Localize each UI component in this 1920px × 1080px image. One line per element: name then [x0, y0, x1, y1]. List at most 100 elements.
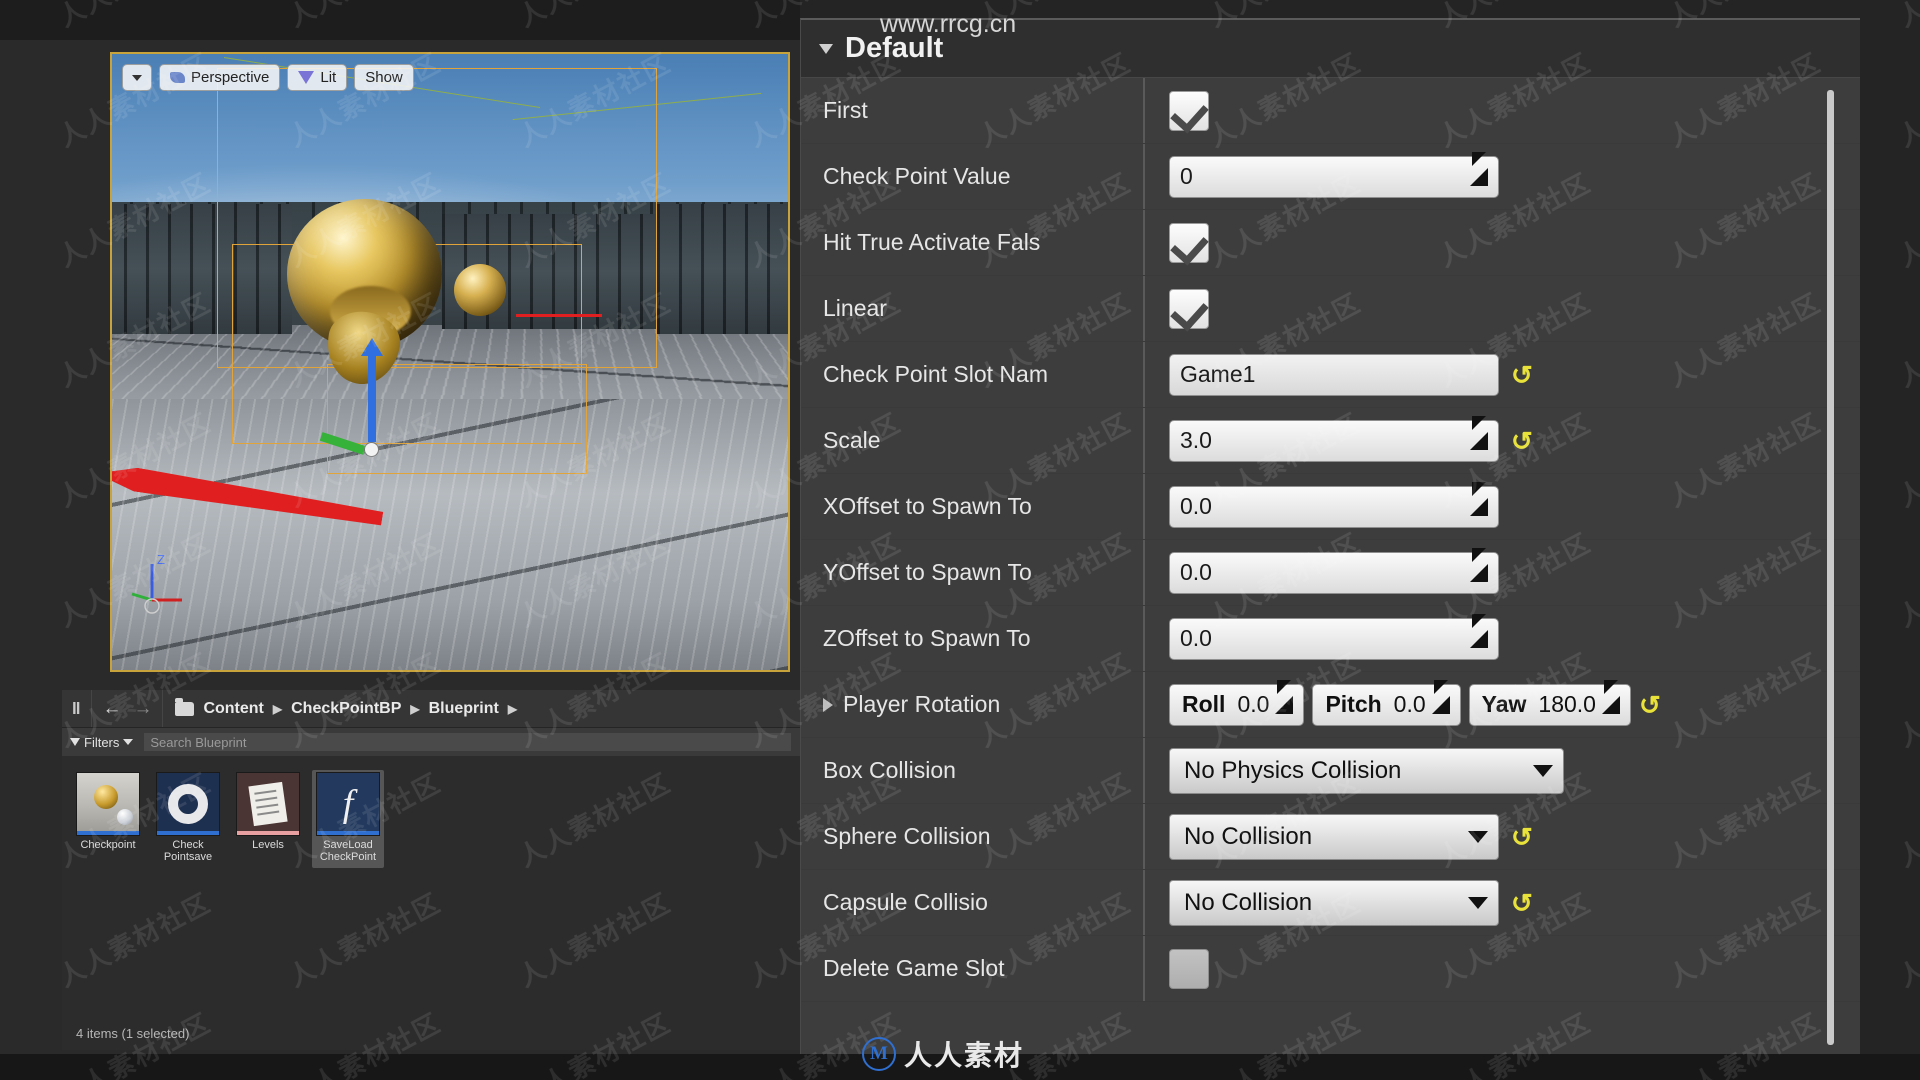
property-label: First [823, 97, 868, 123]
chevron-down-icon [1468, 896, 1488, 909]
top-dark-bar [0, 0, 800, 40]
asset-tile-check-pointsave[interactable]: Check Pointsave [152, 770, 224, 868]
player-rotation-pitch-input[interactable]: Pitch 0.0 [1312, 679, 1461, 726]
property-label: YOffset to Spawn To [823, 559, 1032, 585]
spinner-icon[interactable] [1431, 679, 1450, 714]
property-row-xoffset-to-spawn-to[interactable]: XOffset to Spawn To 0.0 [801, 474, 1860, 540]
capsule-collision-dropdown[interactable]: No Collision [1169, 879, 1499, 926]
show-flags-button[interactable]: Show [354, 64, 414, 91]
back-arrow-icon[interactable]: ← [102, 699, 121, 718]
property-label: Check Point Slot Nam [823, 361, 1048, 387]
spinner-icon[interactable] [1275, 679, 1294, 714]
sphere-collision-dropdown[interactable]: No Collision [1169, 813, 1499, 860]
watermark-url: www.rrcg.cn [880, 10, 1017, 38]
viewport-options-button[interactable] [122, 64, 152, 91]
spinner-icon[interactable] [1470, 415, 1488, 450]
spinner-icon[interactable] [1470, 151, 1488, 186]
spinner-icon[interactable] [1470, 547, 1488, 582]
property-row-zoffset-to-spawn-to[interactable]: ZOffset to Spawn To 0.0 [801, 606, 1860, 672]
delete-game-slot-checkbox[interactable] [1169, 948, 1209, 989]
content-browser[interactable]: ll ← → Content ▶ CheckPointBP ▶ Blueprin… [62, 690, 800, 1050]
content-browser-status: 4 items (1 selected) [62, 1016, 800, 1050]
property-row-capsule-collision[interactable]: Capsule Collisio No Collision ↺ [801, 870, 1860, 936]
content-browser-filter-bar[interactable]: Filters Search Blueprint [62, 728, 800, 756]
revert-icon[interactable]: ↺ [1639, 692, 1661, 718]
level-viewport[interactable]: Perspective Lit Show Z [110, 52, 790, 672]
watermark-tile: 人人素材社区 [1893, 887, 1920, 993]
property-row-scale[interactable]: Scale 3.0 ↺ [801, 408, 1860, 474]
property-row-first[interactable]: First [801, 78, 1860, 144]
yoffset-to-spawn-to-input[interactable]: 0.0 [1169, 547, 1499, 594]
player-rotation-yaw-input[interactable]: Yaw 180.0 [1468, 679, 1631, 726]
property-row-check-point-value[interactable]: Check Point Value 0 [801, 144, 1860, 210]
spinner-icon[interactable] [1470, 613, 1488, 648]
property-row-sphere-collision[interactable]: Sphere Collision No Collision ↺ [801, 804, 1860, 870]
chevron-down-icon [1533, 764, 1553, 777]
viewport-axis-gizmo: Z [131, 552, 182, 614]
filters-button[interactable]: Filters [70, 735, 134, 750]
asset-tile-levels[interactable]: Levels [232, 770, 304, 868]
view-mode-lit-button[interactable]: Lit [287, 64, 348, 91]
check-point-value-input[interactable]: 0 [1169, 151, 1499, 198]
details-panel[interactable]: Default First Check Point Value 0 Hit Tr… [800, 18, 1860, 1058]
revert-icon[interactable]: ↺ [1511, 428, 1533, 454]
property-row-box-collision[interactable]: Box Collision No Physics Collision [801, 738, 1860, 804]
property-row-player-rotation[interactable]: Player Rotation Roll 0.0 Pitch 0.0 Yaw 1… [801, 672, 1860, 738]
property-label: Hit True Activate Fals [823, 229, 1041, 255]
field-value: 0.0 [1180, 493, 1212, 519]
watermark-logo: M 人人素材 [862, 1034, 1024, 1074]
linear-checkbox[interactable] [1169, 288, 1209, 329]
revert-icon[interactable]: ↺ [1511, 890, 1533, 916]
watermark-tile: 人人素材社区 [1893, 647, 1920, 753]
chevron-right-icon[interactable] [823, 697, 833, 712]
spinner-icon[interactable] [1470, 481, 1488, 516]
lit-shading-icon [298, 71, 315, 84]
property-label-expandable[interactable]: Player Rotation [823, 691, 1143, 718]
watermark-tile: 人人素材社区 [1893, 767, 1920, 873]
breadcrumb-item-content[interactable]: Content [203, 700, 263, 718]
details-scrollbar[interactable] [1827, 90, 1834, 1045]
hit-true-activate-false-checkbox[interactable] [1169, 222, 1209, 263]
breadcrumb-separator-icon: ▶ [272, 701, 283, 716]
breadcrumb-item-blueprint[interactable]: Blueprint [429, 700, 499, 718]
asset-grid[interactable]: Checkpoint Check Pointsave Levels f Save… [62, 756, 800, 882]
property-row-check-point-slot-name[interactable]: Check Point Slot Nam Game1 ↺ [801, 342, 1860, 408]
field-value: Game1 [1180, 361, 1256, 387]
asset-label: Levels [252, 839, 284, 851]
axis-label: Pitch [1325, 691, 1382, 717]
asset-tile-checkpoint[interactable]: Checkpoint [72, 770, 144, 868]
property-row-linear[interactable]: Linear [801, 276, 1860, 342]
content-browser-path-bar[interactable]: ll ← → Content ▶ CheckPointBP ▶ Blueprin… [62, 690, 800, 728]
chevron-down-icon [1468, 830, 1488, 843]
gold-sphere-secondary[interactable] [454, 264, 506, 316]
revert-icon[interactable]: ↺ [1511, 362, 1533, 388]
z-axis-arrow[interactable] [361, 338, 383, 442]
revert-icon[interactable]: ↺ [1511, 824, 1533, 850]
xoffset-to-spawn-to-input[interactable]: 0.0 [1169, 481, 1499, 528]
property-row-delete-game-slot[interactable]: Delete Game Slot [801, 936, 1860, 1002]
spinner-icon[interactable] [1601, 679, 1620, 714]
property-label: ZOffset to Spawn To [823, 625, 1031, 651]
property-row-hit-true-activate-false[interactable]: Hit True Activate Fals [801, 210, 1860, 276]
box-collision-dropdown[interactable]: No Physics Collision [1169, 747, 1564, 794]
zoffset-to-spawn-to-input[interactable]: 0.0 [1169, 613, 1499, 660]
field-value: 0.0 [1237, 691, 1270, 717]
first-checkbox[interactable] [1169, 90, 1209, 131]
chevron-down-icon[interactable] [819, 43, 833, 54]
svg-text:Z: Z [157, 552, 165, 567]
content-browser-nav[interactable]: ← → [91, 690, 164, 727]
forward-arrow-icon[interactable]: → [133, 699, 152, 718]
property-rows: First Check Point Value 0 Hit True Activ… [801, 78, 1860, 1002]
asset-tile-saveload-checkpoint[interactable]: f SaveLoad CheckPoint [312, 770, 384, 868]
transform-gizmo-pivot[interactable] [364, 442, 379, 457]
breadcrumb[interactable]: Content ▶ CheckPointBP ▶ Blueprint ▶ [175, 697, 517, 718]
viewport-toolbar[interactable]: Perspective Lit Show [122, 64, 414, 91]
check-point-slot-name-input[interactable]: Game1 [1169, 353, 1499, 396]
breadcrumb-item-checkpointbp[interactable]: CheckPointBP [291, 700, 401, 718]
property-row-yoffset-to-spawn-to[interactable]: YOffset to Spawn To 0.0 [801, 540, 1860, 606]
scale-input[interactable]: 3.0 [1169, 415, 1499, 462]
player-rotation-roll-input[interactable]: Roll 0.0 [1169, 679, 1305, 726]
search-input[interactable]: Search Blueprint [143, 732, 792, 752]
view-mode-perspective-button[interactable]: Perspective [159, 64, 281, 91]
watermark-tile: 人人素材社区 [1893, 47, 1920, 153]
